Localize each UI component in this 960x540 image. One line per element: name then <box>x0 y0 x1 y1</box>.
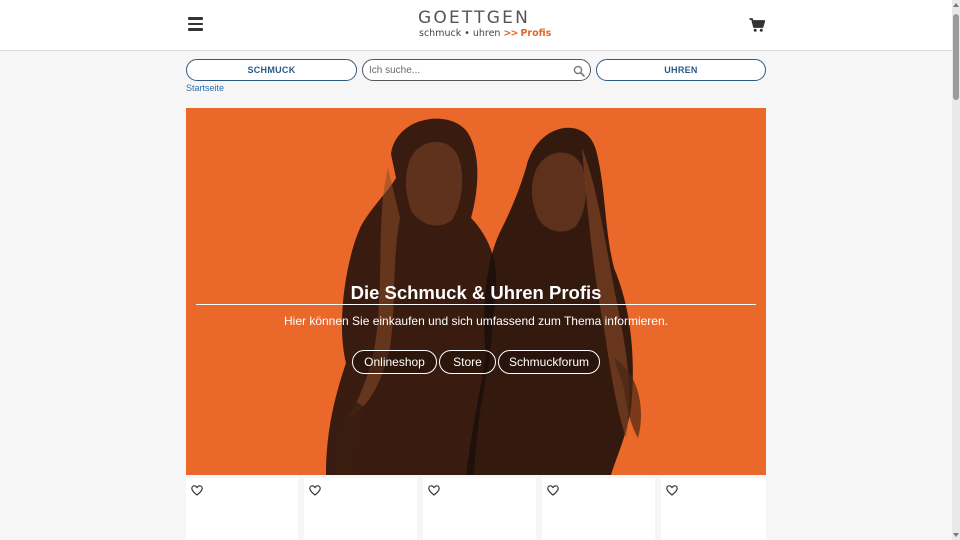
page: GOETTGEN schmuck • uhren >> Profis SCHMU… <box>0 0 960 540</box>
heart-icon[interactable] <box>547 483 559 496</box>
hamburger-menu-icon[interactable] <box>188 17 203 31</box>
hero-subtitle: Hier können Sie einkaufen und sich umfas… <box>284 314 668 328</box>
logo-tagline-arrows: >> <box>503 28 518 39</box>
site-logo[interactable]: GOETTGEN schmuck • uhren >> Profis <box>418 8 551 41</box>
scroll-up-arrow-icon[interactable] <box>953 3 959 7</box>
scrollbar-thumb[interactable] <box>953 14 959 100</box>
logo-tagline-right: Profis <box>520 28 552 39</box>
product-card[interactable] <box>661 478 766 540</box>
product-card[interactable] <box>423 478 536 540</box>
schmuckforum-button[interactable]: Schmuckforum <box>498 350 600 374</box>
search-box <box>362 59 591 81</box>
hero-divider <box>196 304 756 305</box>
store-button[interactable]: Store <box>439 350 496 374</box>
product-card[interactable] <box>542 478 655 540</box>
logo-tagline-left: schmuck • uhren <box>419 28 501 39</box>
schmuck-nav-button[interactable]: SCHMUCK <box>186 59 357 81</box>
search-input[interactable] <box>369 62 569 78</box>
shopping-cart-icon[interactable] <box>749 17 766 33</box>
uhren-nav-button[interactable]: UHREN <box>596 59 766 81</box>
heart-icon[interactable] <box>309 483 321 496</box>
logo-tagline: schmuck • uhren >> Profis <box>419 28 551 39</box>
product-card[interactable] <box>186 478 298 540</box>
scroll-down-arrow-icon[interactable] <box>953 533 959 537</box>
heart-icon[interactable] <box>666 483 678 496</box>
site-header: GOETTGEN schmuck • uhren >> Profis <box>0 0 952 51</box>
onlineshop-button[interactable]: Onlineshop <box>352 350 437 374</box>
breadcrumb-home-link[interactable]: Startseite <box>186 83 224 93</box>
page-scrollbar[interactable] <box>952 0 960 540</box>
hero-content: Die Schmuck & Uhren Profis Hier können S… <box>186 108 766 475</box>
heart-icon[interactable] <box>191 483 203 496</box>
logo-wordmark: GOETTGEN <box>418 8 530 28</box>
hero-banner: Die Schmuck & Uhren Profis Hier können S… <box>186 108 766 475</box>
product-card[interactable] <box>304 478 417 540</box>
hero-title: Die Schmuck & Uhren Profis <box>350 282 602 303</box>
heart-icon[interactable] <box>428 483 440 496</box>
search-icon[interactable] <box>573 64 585 77</box>
